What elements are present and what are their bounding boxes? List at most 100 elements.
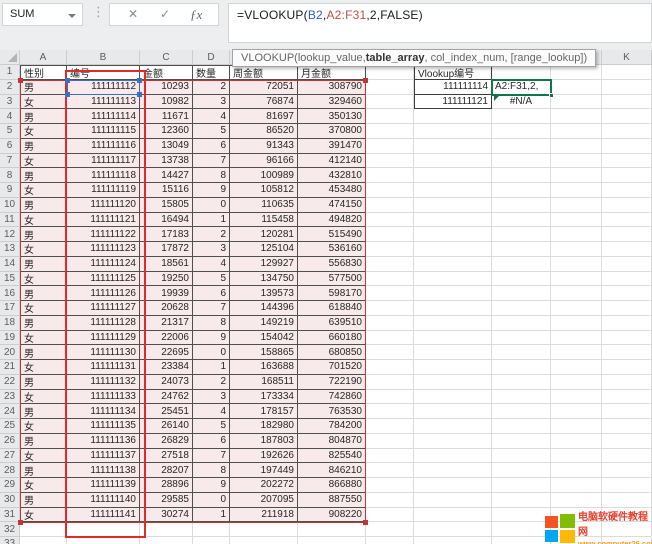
cell-A17[interactable]: 女: [20, 301, 67, 316]
cell-I12[interactable]: [492, 227, 551, 242]
cell-H24[interactable]: [414, 404, 492, 419]
cell-F27[interactable]: 825540: [298, 449, 366, 464]
cell-K21[interactable]: [602, 360, 652, 375]
row-header-4[interactable]: 4: [0, 109, 20, 124]
cell-E1[interactable]: 周金额: [230, 65, 298, 80]
cell-A20[interactable]: 男: [20, 345, 67, 360]
cell-D8[interactable]: 8: [193, 168, 230, 183]
cell-C32[interactable]: [140, 522, 193, 537]
cell-K24[interactable]: [602, 404, 652, 419]
cell-K29[interactable]: [602, 478, 652, 493]
cell-I18[interactable]: [492, 316, 551, 331]
cell-I33[interactable]: [492, 537, 551, 544]
cell-D16[interactable]: 6: [193, 286, 230, 301]
cell-H11[interactable]: [414, 213, 492, 228]
cell-C14[interactable]: 18561: [140, 257, 193, 272]
cell-E9[interactable]: 105812: [230, 183, 298, 198]
cell-E26[interactable]: 187803: [230, 434, 298, 449]
cell-E2[interactable]: 72051: [230, 80, 298, 95]
cell-J28[interactable]: [551, 463, 602, 478]
cell-K16[interactable]: [602, 286, 652, 301]
cell-B5[interactable]: 111111115: [67, 124, 140, 139]
cell-I27[interactable]: [492, 449, 551, 464]
cell-E6[interactable]: 91343: [230, 139, 298, 154]
cell-H16[interactable]: [414, 286, 492, 301]
row-header-15[interactable]: 15: [0, 272, 20, 287]
cell-G7[interactable]: [366, 154, 414, 169]
row-header-10[interactable]: 10: [0, 198, 20, 213]
cell-D2[interactable]: 2: [193, 80, 230, 95]
cell-B4[interactable]: 111111114: [67, 109, 140, 124]
cell-D5[interactable]: 5: [193, 124, 230, 139]
cell-G26[interactable]: [366, 434, 414, 449]
cell-I7[interactable]: [492, 154, 551, 169]
cell-B2[interactable]: 111111112: [67, 80, 140, 95]
cell-F32[interactable]: [298, 522, 366, 537]
cell-F17[interactable]: 618840: [298, 301, 366, 316]
cell-F11[interactable]: 494820: [298, 213, 366, 228]
cell-E14[interactable]: 129927: [230, 257, 298, 272]
cell-G28[interactable]: [366, 463, 414, 478]
row-header-9[interactable]: 9: [0, 183, 20, 198]
col-header-C[interactable]: C: [140, 50, 193, 65]
cell-K2[interactable]: [602, 80, 652, 95]
cell-F9[interactable]: 453480: [298, 183, 366, 198]
cell-J16[interactable]: [551, 286, 602, 301]
cell-K26[interactable]: [602, 434, 652, 449]
cell-J30[interactable]: [551, 493, 602, 508]
cell-C6[interactable]: 13049: [140, 139, 193, 154]
cell-I26[interactable]: [492, 434, 551, 449]
cell-F23[interactable]: 742860: [298, 390, 366, 405]
cell-I10[interactable]: [492, 198, 551, 213]
cell-K1[interactable]: [602, 65, 652, 80]
cell-I11[interactable]: [492, 213, 551, 228]
cell-C10[interactable]: 15805: [140, 198, 193, 213]
cell-A21[interactable]: 女: [20, 360, 67, 375]
row-header-24[interactable]: 24: [0, 404, 20, 419]
cell-I13[interactable]: [492, 242, 551, 257]
cell-F29[interactable]: 866880: [298, 478, 366, 493]
cell-G19[interactable]: [366, 331, 414, 346]
cell-C23[interactable]: 24762: [140, 390, 193, 405]
cell-E29[interactable]: 202272: [230, 478, 298, 493]
cell-I25[interactable]: [492, 419, 551, 434]
cell-A29[interactable]: 女: [20, 478, 67, 493]
cell-E19[interactable]: 154042: [230, 331, 298, 346]
cell-F5[interactable]: 370800: [298, 124, 366, 139]
cell-K3[interactable]: [602, 95, 652, 110]
cell-B26[interactable]: 111111136: [67, 434, 140, 449]
cell-J8[interactable]: [551, 168, 602, 183]
cell-G14[interactable]: [366, 257, 414, 272]
cell-A22[interactable]: 男: [20, 375, 67, 390]
cell-K12[interactable]: [602, 227, 652, 242]
cell-E30[interactable]: 207095: [230, 493, 298, 508]
cell-H6[interactable]: [414, 139, 492, 154]
cell-J3[interactable]: [551, 95, 602, 110]
cell-H19[interactable]: [414, 331, 492, 346]
cell-B8[interactable]: 111111118: [67, 168, 140, 183]
cell-A9[interactable]: 女: [20, 183, 67, 198]
row-header-31[interactable]: 31: [0, 508, 20, 523]
cell-K8[interactable]: [602, 168, 652, 183]
cell-H31[interactable]: [414, 508, 492, 523]
cell-G22[interactable]: [366, 375, 414, 390]
cell-G23[interactable]: [366, 390, 414, 405]
cell-K14[interactable]: [602, 257, 652, 272]
cell-D15[interactable]: 5: [193, 272, 230, 287]
cell-I30[interactable]: [492, 493, 551, 508]
cell-B7[interactable]: 111111117: [67, 154, 140, 169]
cell-B33[interactable]: [67, 537, 140, 544]
cell-K19[interactable]: [602, 331, 652, 346]
cell-K22[interactable]: [602, 375, 652, 390]
cell-I31[interactable]: [492, 508, 551, 523]
cell-A7[interactable]: 女: [20, 154, 67, 169]
cell-J21[interactable]: [551, 360, 602, 375]
cell-F6[interactable]: 391470: [298, 139, 366, 154]
cell-D18[interactable]: 8: [193, 316, 230, 331]
cell-G17[interactable]: [366, 301, 414, 316]
cell-A33[interactable]: [20, 537, 67, 544]
row-header-20[interactable]: 20: [0, 345, 20, 360]
formula-input[interactable]: =VLOOKUP(B2,A2:F31,2,FALSE): [228, 3, 652, 43]
cell-C11[interactable]: 16494: [140, 213, 193, 228]
cell-H17[interactable]: [414, 301, 492, 316]
